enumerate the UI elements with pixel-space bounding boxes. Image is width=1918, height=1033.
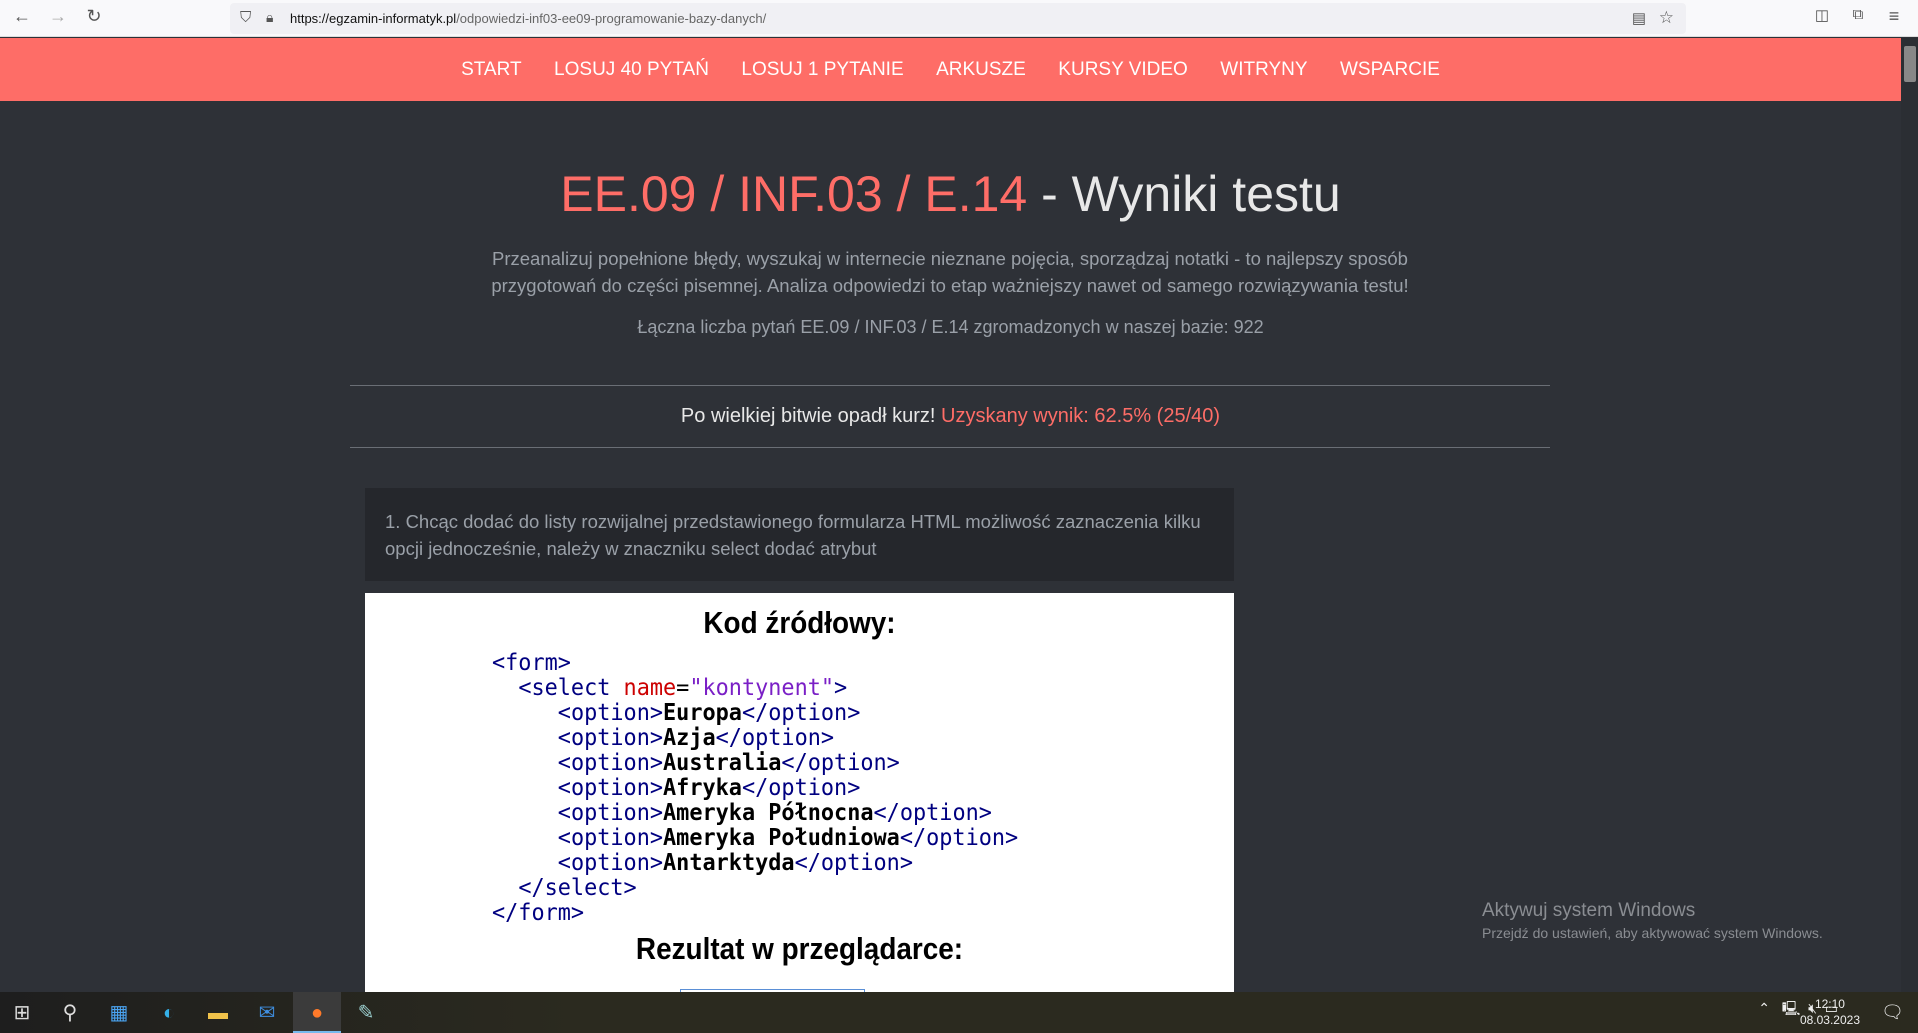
lock-icon: 🔒︎: [266, 9, 274, 25]
nav-losuj-1[interactable]: LOSUJ 1 PYTANIE: [741, 38, 903, 101]
extensions-icon[interactable]: ⧉: [1846, 6, 1870, 23]
mail-icon[interactable]: ✉: [254, 1000, 280, 1026]
edge-icon[interactable]: ◐: [156, 1000, 182, 1026]
watermark-subtitle: Przejdź do ustawień, aby aktywować syste…: [1482, 925, 1823, 941]
chevron-up-icon[interactable]: ⌃: [1758, 1000, 1770, 1016]
result-message: Po wielkiej bitwie opadł kurz!: [680, 405, 942, 427]
reader-view-icon[interactable]: ▤: [1632, 9, 1646, 27]
title-exam-codes: EE.09 / INF.03 / E.14: [560, 166, 1028, 222]
address-bar[interactable]: ⛉ 🔒︎ https://egzamin-informatyk.pl/odpow…: [230, 3, 1686, 34]
reload-icon[interactable]: ↻: [82, 6, 106, 27]
browser-toolbar: ← → ↻ ⛉ 🔒︎ https://egzamin-informatyk.pl…: [0, 0, 1918, 37]
bookmark-star-icon[interactable]: ☆: [1659, 8, 1674, 28]
network-icon[interactable]: 🖳︎: [1782, 1000, 1801, 1016]
page-title: EE.09 / INF.03 / E.14 - Wyniki testu: [0, 165, 1901, 223]
windows-activation-watermark: Aktywuj system Windows Przejdź do ustawi…: [1482, 900, 1823, 941]
title-text: - Wyniki testu: [1027, 166, 1341, 222]
nav-witryny[interactable]: WITRYNY: [1220, 38, 1307, 101]
menu-icon[interactable]: ≡: [1882, 6, 1906, 27]
notifications-icon[interactable]: 🗨︎: [1881, 1002, 1904, 1023]
search-icon[interactable]: ⚲: [57, 1000, 83, 1026]
page-scrollbar[interactable]: [1901, 38, 1918, 992]
url-path: /odpowiedzi-inf03-ee09-programowanie-baz…: [456, 11, 767, 26]
code-heading: Kod źródłowy:: [703, 605, 896, 640]
url-domain: https://egzamin-informatyk.pl: [290, 11, 457, 26]
nav-kursy-video[interactable]: KURSY VIDEO: [1058, 38, 1188, 101]
scrollbar-thumb[interactable]: [1904, 46, 1916, 82]
question-text: 1. Chcąc dodać do listy rozwijalnej prze…: [365, 488, 1234, 581]
store-icon[interactable]: ▦: [106, 1000, 132, 1026]
file-explorer-icon[interactable]: ▬: [205, 1000, 231, 1026]
watermark-title: Aktywuj system Windows: [1482, 900, 1696, 921]
taskbar: ⊞ ⚲ ▦ ◐ ▬ ✉ ● ✎ ⌃ 🖳︎ 🔇︎ ▭ 12:10 08.03.202…: [0, 992, 1918, 1033]
result-heading: Rezultat w przeglądarce:: [635, 931, 964, 966]
paint-icon[interactable]: ✎: [353, 1000, 379, 1026]
firefox-icon[interactable]: ●: [304, 1000, 330, 1026]
nav-losuj-40[interactable]: LOSUJ 40 PYTAŃ: [554, 38, 709, 101]
time: 12:10: [1814, 997, 1845, 1011]
nav-arkusze[interactable]: ARKUSZE: [936, 38, 1026, 101]
code-listing: <form> <select name="kontynent"> <option…: [492, 650, 1019, 926]
intro-text: Przeanalizuj popełnione błędy, wyszukaj …: [491, 248, 1409, 296]
shield-icon: ⛉: [240, 9, 252, 26]
nav-wsparcie[interactable]: WSPARCIE: [1340, 38, 1440, 101]
url-text[interactable]: https://egzamin-informatyk.pl/odpowiedzi…: [290, 11, 766, 26]
forward-icon[interactable]: →: [46, 6, 70, 27]
main-nav: START LOSUJ 40 PYTAŃ LOSUJ 1 PYTANIE ARK…: [0, 38, 1901, 101]
result-summary: Po wielkiej bitwie opadł kurz! Uzyskany …: [0, 405, 1901, 428]
question-image: Kod źródłowy: <form> <select name="konty…: [365, 593, 1234, 992]
back-icon[interactable]: ←: [10, 6, 34, 27]
result-score: Uzyskany wynik: 62.5% (25/40): [941, 405, 1221, 427]
date: 08.03.2023: [1799, 1013, 1860, 1027]
nav-start[interactable]: START: [461, 38, 522, 101]
pocket-icon[interactable]: ◫: [1810, 6, 1834, 24]
divider: [350, 447, 1550, 448]
clock[interactable]: 12:10 08.03.2023: [1800, 996, 1860, 1028]
windows-start-icon[interactable]: ⊞: [9, 1000, 35, 1026]
divider: [350, 385, 1550, 386]
question-count: Łączna liczba pytań EE.09 / INF.03 / E.1…: [637, 317, 1264, 337]
